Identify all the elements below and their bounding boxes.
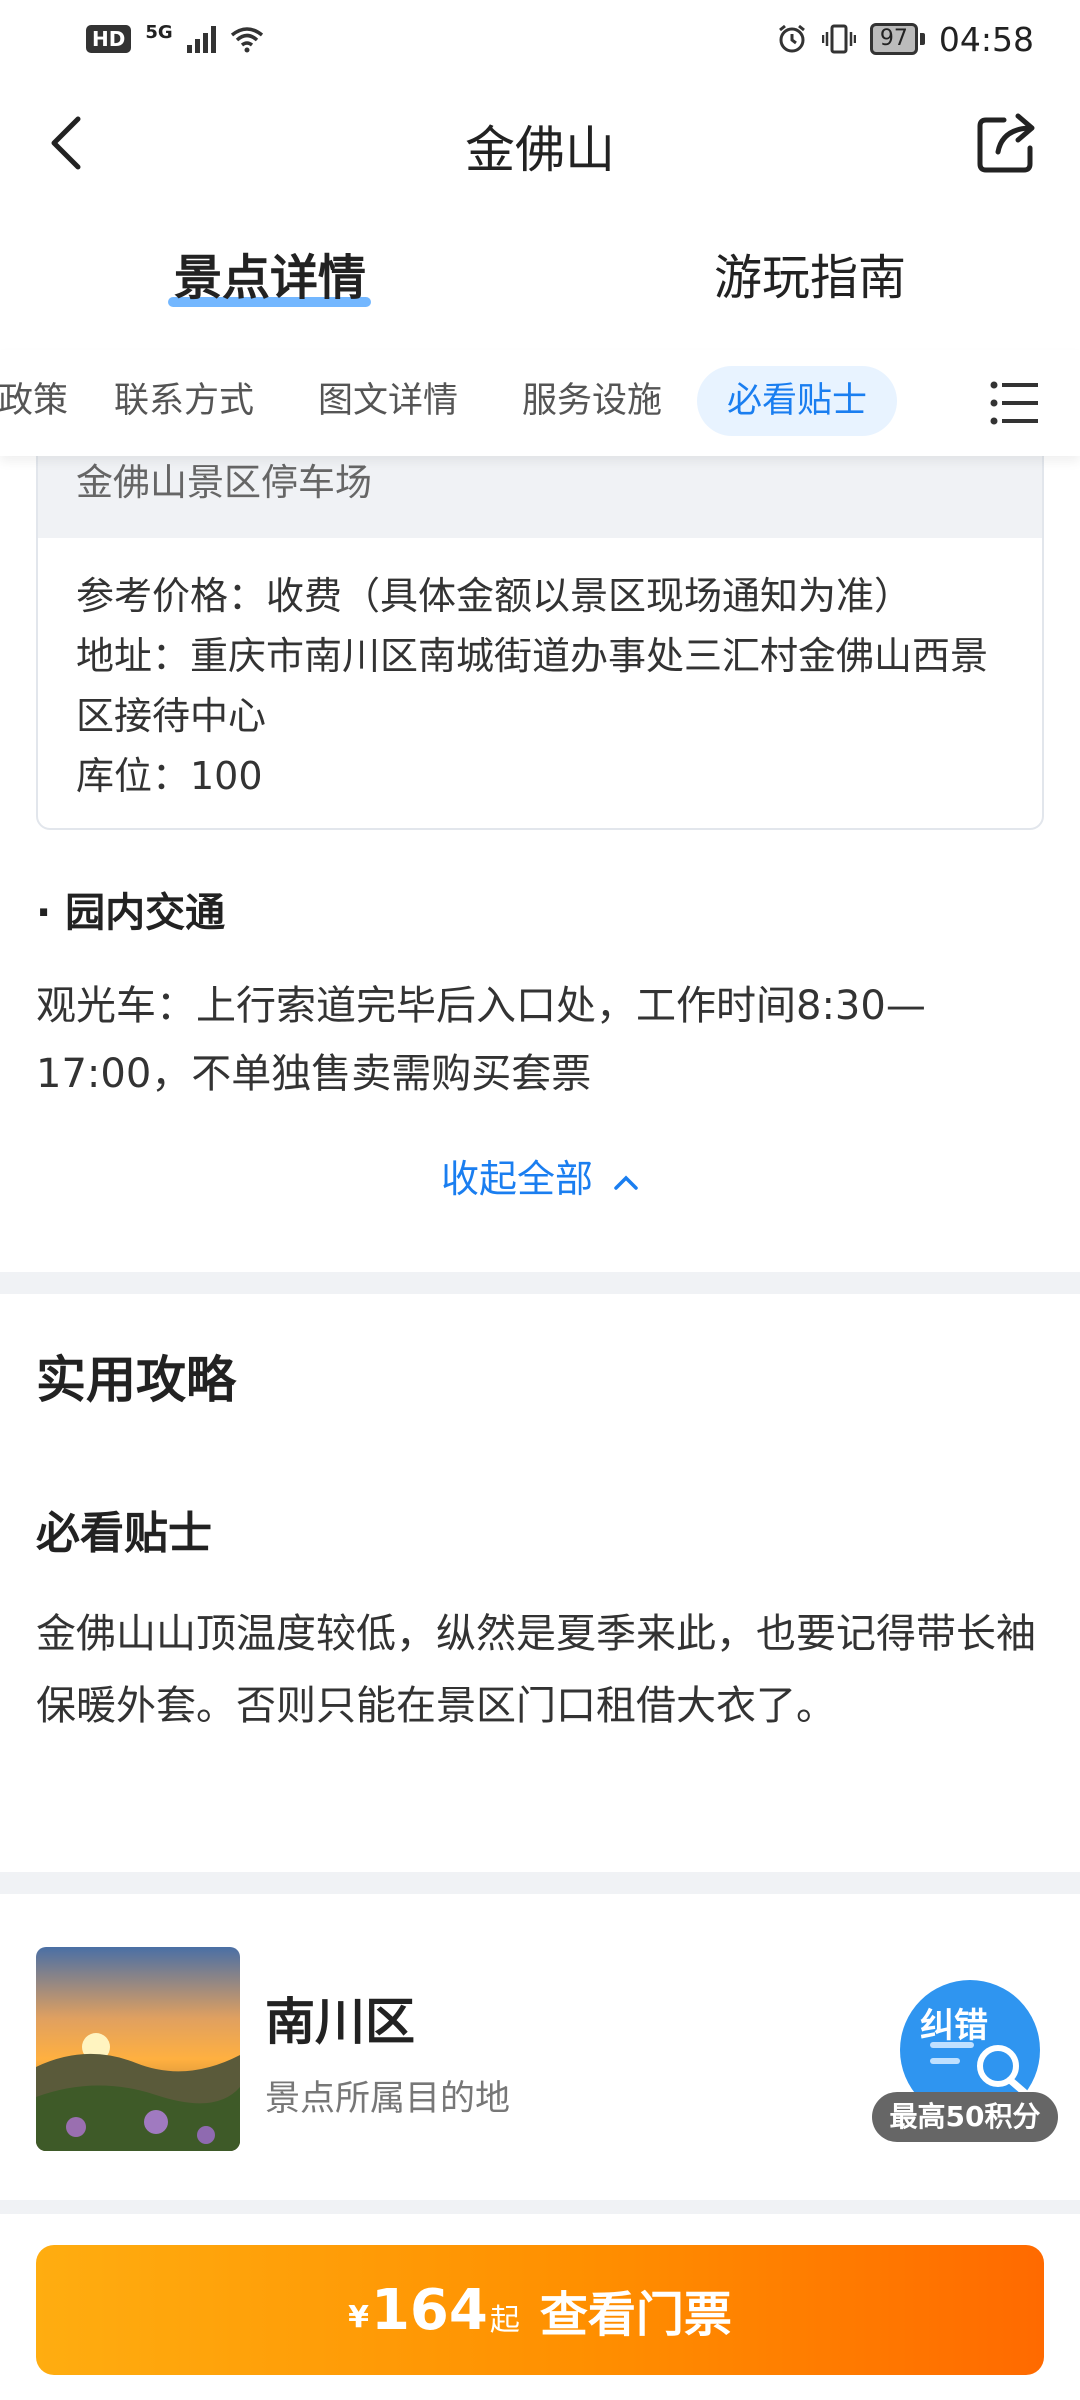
transport-heading: · 园内交通 xyxy=(36,890,226,936)
back-arrow-icon[interactable] xyxy=(40,113,100,173)
tab-label: 游玩指南 xyxy=(713,250,906,306)
menu-icon[interactable] xyxy=(990,380,1040,426)
sub-tabs: 政策 联系方式 图文详情 服务设施 必看贴士 xyxy=(0,350,1080,456)
vibrate-icon xyxy=(821,24,856,54)
parking-capacity: 库位：100 xyxy=(76,754,263,798)
hd-badge: HD xyxy=(86,25,132,53)
tips-title: 必看贴士 xyxy=(36,1508,212,1559)
wifi-icon xyxy=(230,27,263,53)
tab-label: 景点详情 xyxy=(173,250,366,306)
section-divider xyxy=(0,1272,1080,1294)
status-bar: HD 5G 97 04:58 xyxy=(0,0,1080,78)
chevron-up-icon xyxy=(614,1175,638,1190)
status-right: 97 04:58 xyxy=(776,20,1034,59)
alarm-icon xyxy=(778,24,805,53)
sub-tab-contact[interactable]: 联系方式 xyxy=(114,366,254,436)
battery-icon: 97 xyxy=(869,23,925,55)
parking-address: 地址：重庆市南川区南城街道办事处三汇村金佛山西景区接待中心 xyxy=(76,634,989,738)
section-divider xyxy=(0,2200,1080,2214)
status-left: HD 5G xyxy=(86,21,264,53)
currency-symbol: ¥ xyxy=(348,2299,369,2335)
parking-details: 参考价格：收费（具体金额以景区现场通知为准） 地址：重庆市南川区南城街道办事处三… xyxy=(38,538,1042,806)
parking-card: 金佛山景区停车场 参考价格：收费（具体金额以景区现场通知为准） 地址：重庆市南川… xyxy=(36,420,1044,830)
destination-name: 南川区 xyxy=(265,1993,415,2051)
price-suffix: 起 xyxy=(489,2303,520,2338)
signal-icon xyxy=(186,25,216,53)
clock-time: 04:58 xyxy=(938,19,1034,59)
destination-thumbnail xyxy=(36,1947,240,2151)
top-app-bar: 金佛山 xyxy=(0,78,1080,213)
parking-price: 参考价格：收费（具体金额以景区现场通知为准） xyxy=(76,574,913,618)
ticket-price: 164 xyxy=(370,2277,488,2343)
tips-text: 金佛山山顶温度较低，纵然是夏季来此，也要记得带长袖保暖外套。否则只能在景区门口租… xyxy=(36,1611,1036,1729)
sub-tab-facilities[interactable]: 服务设施 xyxy=(522,366,662,436)
report-error-button[interactable]: 纠错 最高50积分 xyxy=(872,1980,1058,2150)
network-label: 5G xyxy=(145,21,173,43)
collapse-all-button[interactable]: 收起全部 xyxy=(0,1148,1080,1203)
points-badge: 最高50积分 xyxy=(872,2092,1058,2142)
share-icon[interactable] xyxy=(974,108,1042,176)
transport-text: 观光车：上行索道完毕后入口处，工作时间8:30—17:00，不单独售卖需购买套票 xyxy=(36,983,926,1097)
report-error-label: 纠错 xyxy=(920,2006,988,2046)
tab-play-guide[interactable]: 游玩指南 xyxy=(540,213,1080,333)
page-title: 金佛山 xyxy=(465,120,615,179)
sub-tab-policy[interactable]: 政策 xyxy=(0,366,68,436)
destination-card[interactable]: 南川区 景点所属目的地 纠错 最高50积分 xyxy=(0,1900,1080,2200)
view-tickets-button[interactable]: ¥ 164 起 查看门票 xyxy=(36,2245,1044,2375)
tab-attraction-details[interactable]: 景点详情 xyxy=(0,213,540,333)
guide-title: 实用攻略 xyxy=(36,1351,236,1409)
main-tabs: 景点详情 游玩指南 xyxy=(0,213,1080,333)
sub-tab-must-see-tips[interactable]: 必看贴士 xyxy=(697,366,898,436)
battery-level: 97 xyxy=(869,23,918,55)
view-tickets-label: 查看门票 xyxy=(539,2287,732,2343)
section-divider xyxy=(0,1872,1080,1894)
sub-tab-photo-details[interactable]: 图文详情 xyxy=(318,366,458,436)
collapse-label: 收起全部 xyxy=(440,1157,593,1201)
destination-subtitle: 景点所属目的地 xyxy=(265,2079,511,2119)
